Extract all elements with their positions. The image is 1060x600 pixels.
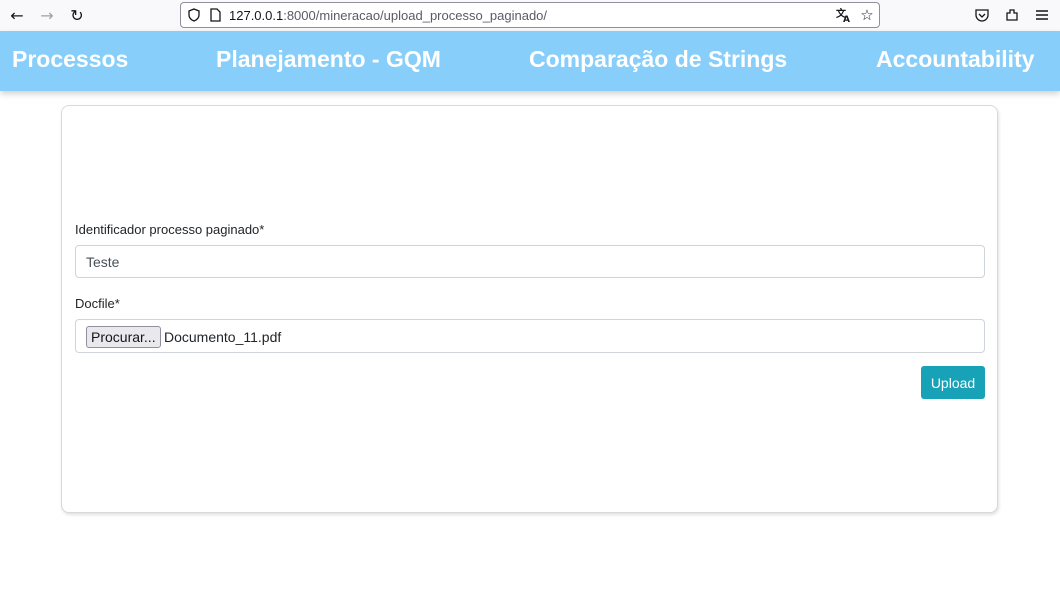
nav-item-planejamento-gqm[interactable]: Planejamento - GQM [216,46,441,73]
url-path: :8000/mineracao/upload_processo_paginado… [283,8,548,23]
site-header: Processos Planejamento - GQM Comparação … [0,31,1060,91]
url-host: 127.0.0.1 [229,8,284,23]
identifier-input[interactable] [75,245,985,278]
svg-text:A: A [843,15,850,23]
menu-icon[interactable] [1032,5,1052,25]
identifier-label: Identificador processo paginado* [75,222,265,237]
upload-form-card: Identificador processo paginado* Docfile… [61,105,998,513]
nav-item-processos[interactable]: Processos [12,46,128,73]
page-icon [207,7,223,23]
forward-icon[interactable]: → [35,4,59,26]
pocket-icon[interactable] [972,5,992,25]
nav-item-accountability[interactable]: Accountability [876,46,1034,73]
selected-file-name: Documento_11.pdf [164,329,282,345]
shield-icon[interactable] [186,7,202,23]
url-text: 127.0.0.1:8000/mineracao/upload_processo… [229,8,547,23]
browser-toolbar: ← → ↻ 127.0.0.1:8000/mineracao/upload_pr… [0,0,1060,31]
docfile-input[interactable]: Procurar... Documento_11.pdf [75,319,985,353]
back-icon[interactable]: ← [5,4,29,26]
translate-icon[interactable]: 文A [836,7,852,23]
upload-button[interactable]: Upload [921,366,985,399]
reload-icon[interactable]: ↻ [65,4,89,26]
browse-file-button[interactable]: Procurar... [86,326,161,348]
nav-item-comparacao-strings[interactable]: Comparação de Strings [529,46,787,73]
docfile-label: Docfile* [75,296,120,311]
bookmark-star-icon[interactable]: ☆ [859,6,875,24]
address-bar[interactable]: 127.0.0.1:8000/mineracao/upload_processo… [180,2,880,28]
extensions-icon[interactable] [1002,5,1022,25]
